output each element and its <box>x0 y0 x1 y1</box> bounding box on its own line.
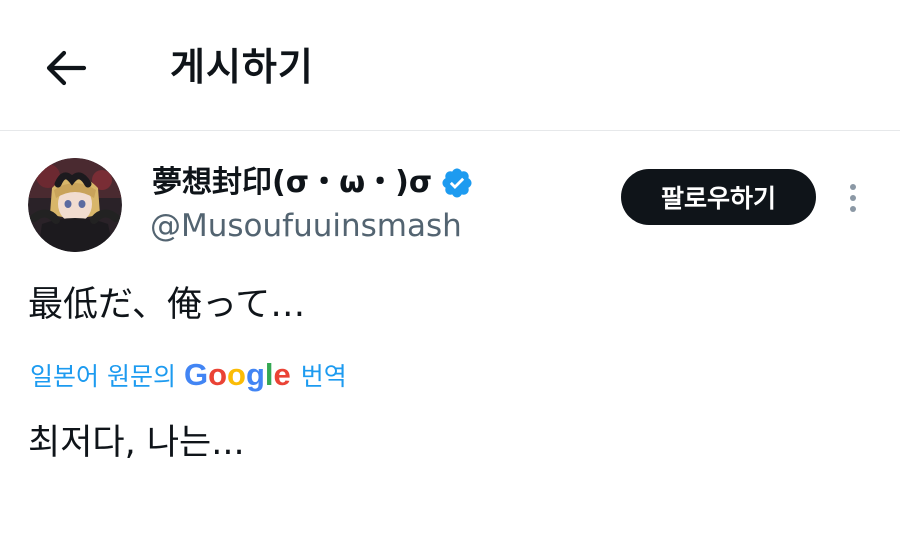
back-button[interactable] <box>40 44 92 92</box>
header-divider <box>0 130 900 131</box>
more-vertical-icon-dot <box>850 206 856 212</box>
top-bar: 게시하기 <box>0 0 900 130</box>
google-logo: Google <box>183 357 291 392</box>
arrow-left-icon <box>46 50 87 86</box>
page-title: 게시하기 <box>170 45 314 89</box>
avatar[interactable] <box>28 158 122 252</box>
translate-link[interactable]: 일본어 원문의 Google 번역 <box>30 356 347 394</box>
verified-badge-icon <box>442 168 472 198</box>
post-text-translated: 최저다, 나는... <box>28 423 245 463</box>
more-vertical-icon-dot <box>850 195 856 201</box>
more-options-button[interactable] <box>838 178 868 218</box>
author-name[interactable]: 夢想封印(σ・ω・)σ <box>152 163 474 203</box>
avatar-image <box>28 158 122 252</box>
translate-suffix: 번역 <box>300 362 347 391</box>
follow-button[interactable]: 팔로우하기 <box>621 169 816 225</box>
translate-prefix: 일본어 원문의 <box>30 362 176 391</box>
display-name-text: 夢想封印(σ・ω・)σ <box>152 165 433 200</box>
author-handle[interactable]: @Musoufuuinsmash <box>150 206 462 246</box>
post-text-original: 最低だ、俺って… <box>28 285 306 325</box>
more-vertical-icon <box>850 184 856 190</box>
